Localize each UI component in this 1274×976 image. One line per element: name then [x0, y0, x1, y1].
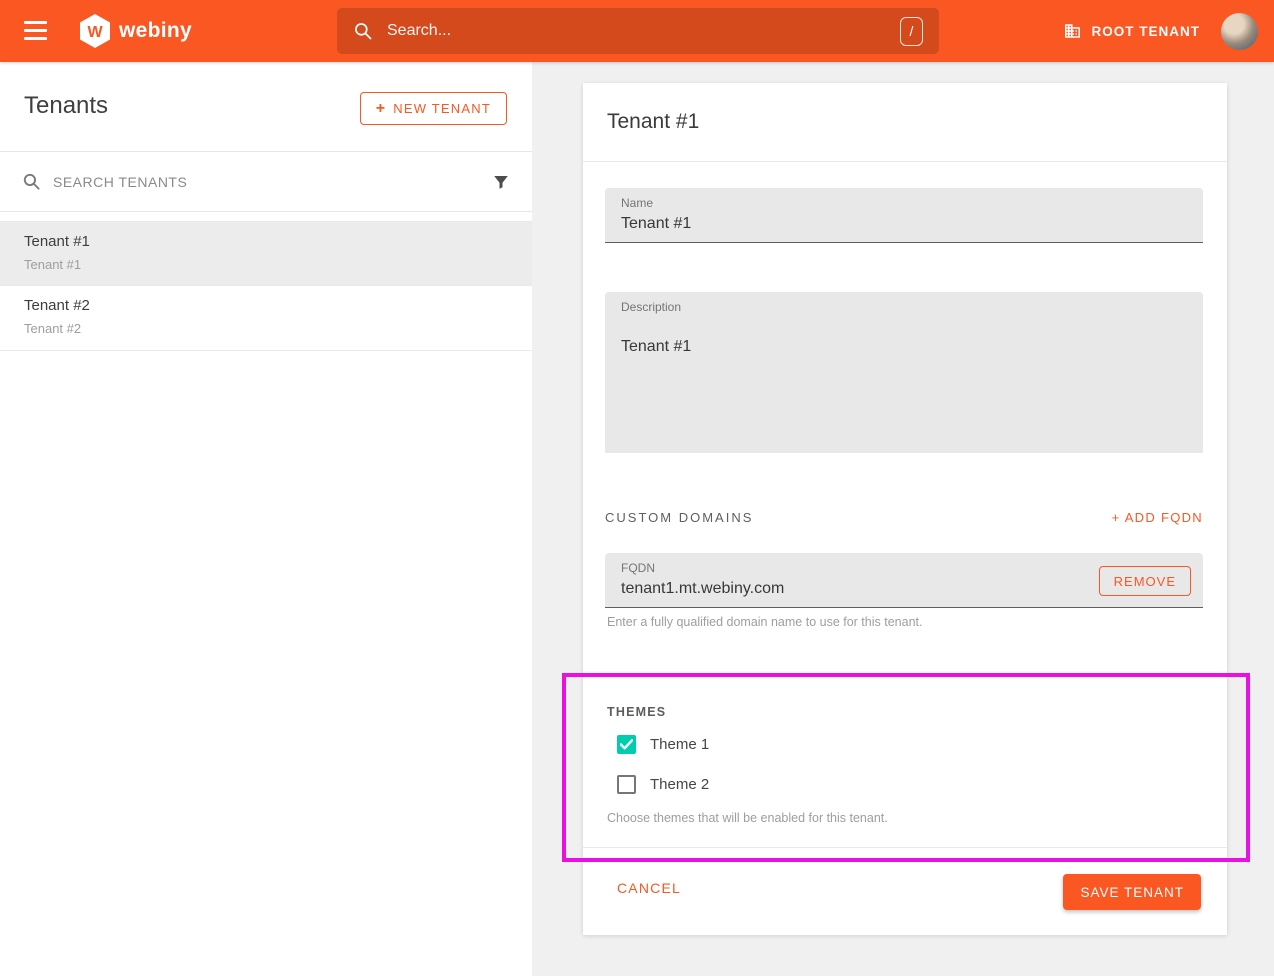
save-tenant-button[interactable]: SAVE TENANT — [1063, 874, 1201, 910]
tenant-list: Tenant #1 Tenant #1 Tenant #2 Tenant #2 — [0, 221, 532, 351]
name-field-label: Name — [621, 196, 653, 210]
webiny-hexagon-icon: W — [79, 13, 111, 49]
tenant-form-card: Tenant #1 Name Description Tenant #1 CUS… — [583, 83, 1227, 935]
theme-2-label: Theme 2 — [650, 776, 709, 793]
svg-text:W: W — [87, 24, 103, 41]
page-title: Tenants — [24, 92, 108, 120]
webiny-logo[interactable]: W webiny — [79, 13, 192, 49]
name-field[interactable]: Name — [605, 188, 1203, 243]
themes-section-label: THEMES — [607, 705, 666, 719]
theme-2-checkbox-row[interactable]: Theme 2 — [617, 775, 709, 794]
tenant-list-item-1[interactable]: Tenant #1 Tenant #1 — [0, 221, 532, 286]
check-icon — [620, 739, 633, 750]
filter-icon[interactable] — [492, 173, 510, 191]
add-fqdn-button[interactable]: + ADD FQDN — [1112, 510, 1203, 525]
app-window: W webiny Search... / ROOT TENANT Tenants… — [0, 0, 1274, 976]
custom-domains-header: CUSTOM DOMAINS + ADD FQDN — [605, 510, 1203, 525]
tenants-list-panel: Tenants + NEW TENANT Tenant #1 Tenant #1… — [0, 62, 532, 976]
cancel-button[interactable]: CANCEL — [617, 880, 681, 896]
tenant-search-row — [0, 152, 532, 212]
brand-name: webiny — [119, 19, 192, 43]
fqdn-helper-text: Enter a fully qualified domain name to u… — [607, 615, 922, 629]
description-field[interactable]: Description Tenant #1 — [605, 292, 1203, 453]
search-icon — [353, 21, 373, 41]
tenant-list-item-2[interactable]: Tenant #2 Tenant #2 — [0, 286, 532, 351]
remove-fqdn-button[interactable]: REMOVE — [1099, 566, 1191, 596]
search-icon — [22, 172, 41, 191]
fqdn-field[interactable]: FQDN REMOVE — [605, 553, 1203, 608]
checkbox-checked-icon[interactable] — [617, 735, 636, 754]
plus-icon: + — [376, 100, 387, 118]
tenant-item-title: Tenant #2 — [24, 297, 508, 314]
root-tenant-label: ROOT TENANT — [1092, 24, 1201, 39]
themes-helper-text: Choose themes that will be enabled for t… — [607, 811, 888, 825]
menu-icon[interactable] — [24, 21, 47, 41]
tenants-list-header: Tenants + NEW TENANT — [0, 62, 532, 152]
form-title: Tenant #1 — [607, 110, 699, 134]
description-field-label: Description — [621, 300, 681, 314]
slash-shortcut-badge: / — [900, 17, 923, 46]
user-avatar[interactable] — [1221, 13, 1258, 50]
global-search-placeholder: Search... — [387, 22, 900, 40]
checkbox-unchecked-icon[interactable] — [617, 775, 636, 794]
form-header: Tenant #1 — [583, 83, 1227, 162]
fqdn-input[interactable] — [621, 580, 1021, 598]
fqdn-field-label: FQDN — [621, 561, 655, 575]
new-tenant-button-label: NEW TENANT — [393, 101, 491, 116]
tenant-item-title: Tenant #1 — [24, 233, 508, 250]
theme-1-label: Theme 1 — [650, 736, 709, 753]
tenant-item-subtitle: Tenant #1 — [24, 257, 508, 272]
description-value: Tenant #1 — [621, 338, 1021, 356]
tenant-item-subtitle: Tenant #2 — [24, 321, 508, 336]
name-input[interactable] — [621, 215, 1021, 233]
search-tenants-input[interactable] — [53, 174, 492, 190]
root-tenant-button[interactable]: ROOT TENANT — [1063, 0, 1201, 62]
building-icon — [1063, 22, 1082, 40]
top-app-bar: W webiny Search... / ROOT TENANT — [0, 0, 1274, 62]
form-action-bar: CANCEL SAVE TENANT — [583, 848, 1227, 935]
new-tenant-button[interactable]: + NEW TENANT — [360, 92, 507, 125]
custom-domains-label: CUSTOM DOMAINS — [605, 510, 753, 525]
theme-1-checkbox-row[interactable]: Theme 1 — [617, 735, 709, 754]
global-search[interactable]: Search... / — [337, 8, 939, 54]
